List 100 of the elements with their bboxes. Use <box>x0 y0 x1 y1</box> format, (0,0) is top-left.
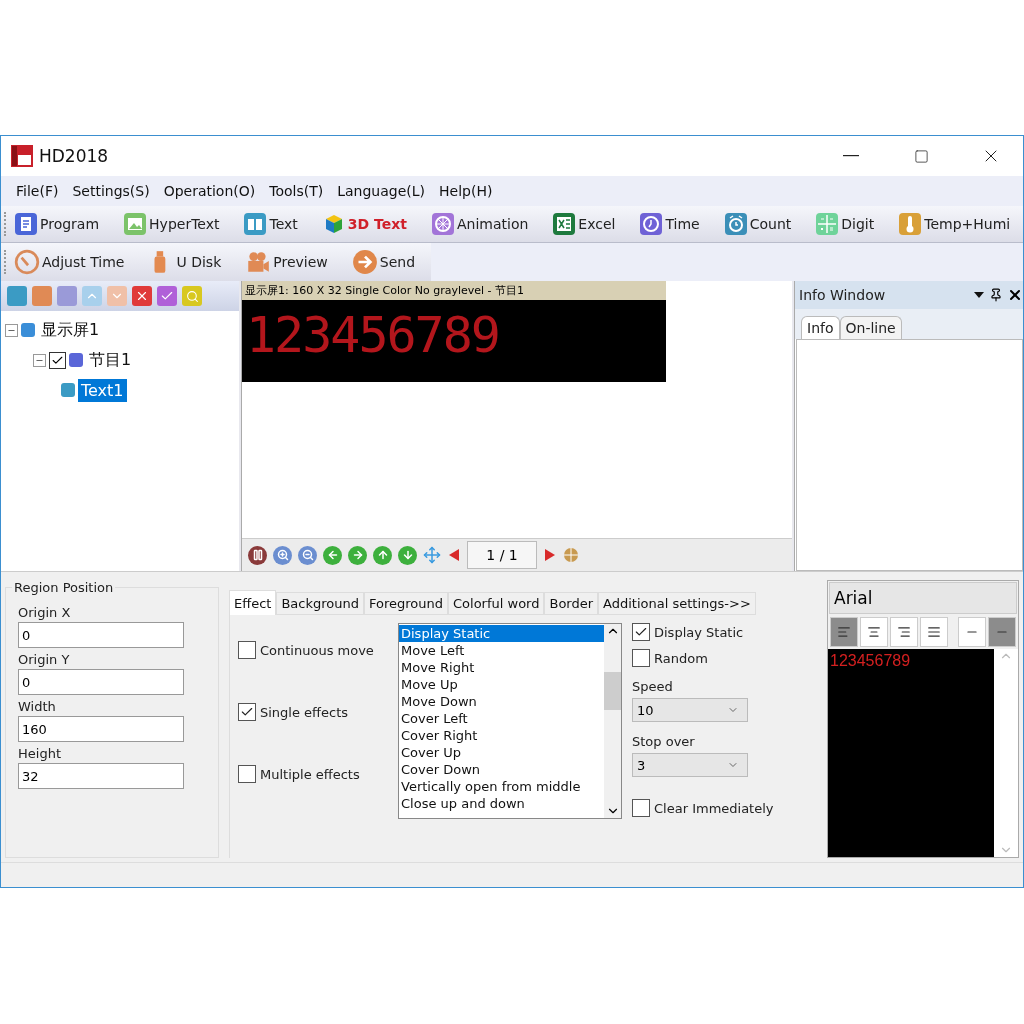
toolbar-button[interactable]: Digit <box>815 212 887 236</box>
minimize-icon <box>843 155 859 157</box>
tree-item[interactable]: Text1 <box>78 378 127 402</box>
dropdown-value: 3 <box>637 757 646 773</box>
tab[interactable]: Background <box>276 592 364 615</box>
menu-item[interactable]: Settings(S) <box>65 183 157 199</box>
search-icon[interactable] <box>182 286 202 306</box>
list-item[interactable]: Cover Up <box>399 744 604 761</box>
align-right-button[interactable] <box>890 617 918 647</box>
tree-item[interactable]: 节目1 <box>86 347 135 373</box>
tab[interactable]: Effect <box>229 590 277 615</box>
input-field[interactable]: 0 <box>18 669 184 695</box>
checkbox-label: Random <box>654 650 708 666</box>
checkbox[interactable] <box>632 623 650 641</box>
list-item[interactable]: Cover Down <box>399 761 604 778</box>
pinwheel-icon <box>430 212 455 236</box>
align-top-button[interactable] <box>958 617 986 647</box>
justify-button[interactable] <box>920 617 948 647</box>
x-glyph-icon <box>135 289 149 303</box>
toolbar-button[interactable]: Excel <box>552 212 628 236</box>
checkbox[interactable] <box>238 765 256 783</box>
checkbox[interactable] <box>238 703 256 721</box>
checkbox[interactable] <box>632 649 650 667</box>
dropdown[interactable]: 3 <box>632 753 748 777</box>
font-field[interactable]: Arial <box>829 582 1017 614</box>
toolbar-button[interactable]: U Disk <box>148 249 234 275</box>
effects-list[interactable]: Display Static Move Left Move Right Move Up Move Down Cover Left Cover Right Cover Up Cover Down Vertically open from middle Close up and down <box>398 623 622 819</box>
arrow-left-icon[interactable] <box>323 545 342 565</box>
toolbar-button[interactable]: Program <box>14 212 112 236</box>
delete-icon[interactable] <box>132 286 152 306</box>
menu-item[interactable]: Tools(T) <box>262 183 331 199</box>
move-icon[interactable] <box>423 546 441 564</box>
menu-item[interactable]: Operation(O) <box>156 183 263 199</box>
toolbar-button[interactable]: Time <box>639 212 712 236</box>
list-item[interactable]: Move Left <box>399 642 604 659</box>
next-icon[interactable] <box>543 548 557 562</box>
tab[interactable]: Colorful word <box>448 592 545 615</box>
list-item[interactable]: Cover Right <box>399 727 604 744</box>
list-item[interactable]: Cover Left <box>399 710 604 727</box>
checkbox[interactable] <box>49 351 66 369</box>
toolbar-button[interactable]: Adjust Time <box>14 249 137 275</box>
field-label: Origin X <box>18 605 72 620</box>
previous-icon[interactable] <box>447 548 461 562</box>
align-left-button[interactable] <box>830 617 858 647</box>
tree-item[interactable]: 显示屏1 <box>38 317 103 343</box>
tab[interactable]: Border <box>544 592 599 615</box>
text-editor[interactable]: 123456789 <box>828 649 994 857</box>
list-item[interactable]: Move Right <box>399 659 604 676</box>
input-field[interactable]: 160 <box>18 716 184 742</box>
check-icon <box>634 625 648 639</box>
video-camera-icon <box>245 249 272 275</box>
toolbar-button[interactable]: Preview <box>245 249 340 275</box>
pin-icon[interactable] <box>989 288 1003 302</box>
field-label: Width <box>18 699 57 714</box>
tab[interactable]: Foreground <box>364 592 448 615</box>
toolbar-button[interactable]: Send <box>351 249 428 275</box>
list-item[interactable]: Move Down <box>399 693 604 710</box>
checkbox[interactable] <box>238 641 256 659</box>
align-lines-icon <box>927 625 941 639</box>
input-field[interactable]: 32 <box>18 763 184 789</box>
tab[interactable]: On-line <box>839 316 902 339</box>
scrollbar-thumb[interactable] <box>604 672 621 710</box>
menu-item[interactable]: Language(L) <box>330 183 433 199</box>
toolbar-button[interactable]: Text <box>243 212 310 236</box>
arrow-right-icon[interactable] <box>348 545 367 565</box>
pause-icon[interactable] <box>248 545 267 565</box>
align-lines-icon <box>897 625 911 639</box>
toolbar-button[interactable]: 3D Text <box>321 212 419 236</box>
panel-title: Info Window <box>799 287 887 303</box>
scrollbar[interactable] <box>604 624 621 818</box>
align-center-button[interactable] <box>860 617 888 647</box>
align-middle-button[interactable] <box>988 617 1016 647</box>
toolbar-button[interactable]: HyperText <box>123 212 232 236</box>
toolbar-button[interactable]: Animation <box>430 212 541 236</box>
menu-item[interactable]: File(F) <box>9 183 66 199</box>
list-item[interactable]: Move Up <box>399 676 604 693</box>
close-icon[interactable] <box>1007 287 1023 303</box>
tab[interactable]: Additional settings->> <box>598 592 756 615</box>
checkbox-label: Multiple effects <box>260 766 360 782</box>
tab[interactable]: Info <box>801 316 840 339</box>
crosshair-icon[interactable] <box>563 547 579 563</box>
toolbar-button[interactable]: Temp+Humi <box>898 212 1023 236</box>
collapse-icon[interactable] <box>5 323 18 337</box>
menu-item[interactable]: Help(H) <box>432 183 500 199</box>
toolbar-button[interactable]: Count <box>723 212 804 236</box>
list-item[interactable]: Vertically open from middle <box>399 778 604 795</box>
dropdown[interactable]: 10 <box>632 698 748 722</box>
collapse-icon[interactable] <box>33 353 46 367</box>
field-label: Height <box>18 746 62 761</box>
input-field[interactable]: 0 <box>18 622 184 648</box>
check-icon[interactable] <box>157 286 177 306</box>
window-title: HD2018 <box>39 146 110 166</box>
list-item[interactable]: Display Static <box>399 625 604 642</box>
list-item[interactable]: Close up and down <box>399 795 604 812</box>
checkbox[interactable] <box>632 799 650 817</box>
arrow-down-icon[interactable] <box>398 545 417 565</box>
zoom-in-icon[interactable] <box>273 545 292 565</box>
dropdown-icon[interactable] <box>973 290 985 300</box>
zoom-out-icon[interactable] <box>298 545 317 565</box>
arrow-up-icon[interactable] <box>373 545 392 565</box>
